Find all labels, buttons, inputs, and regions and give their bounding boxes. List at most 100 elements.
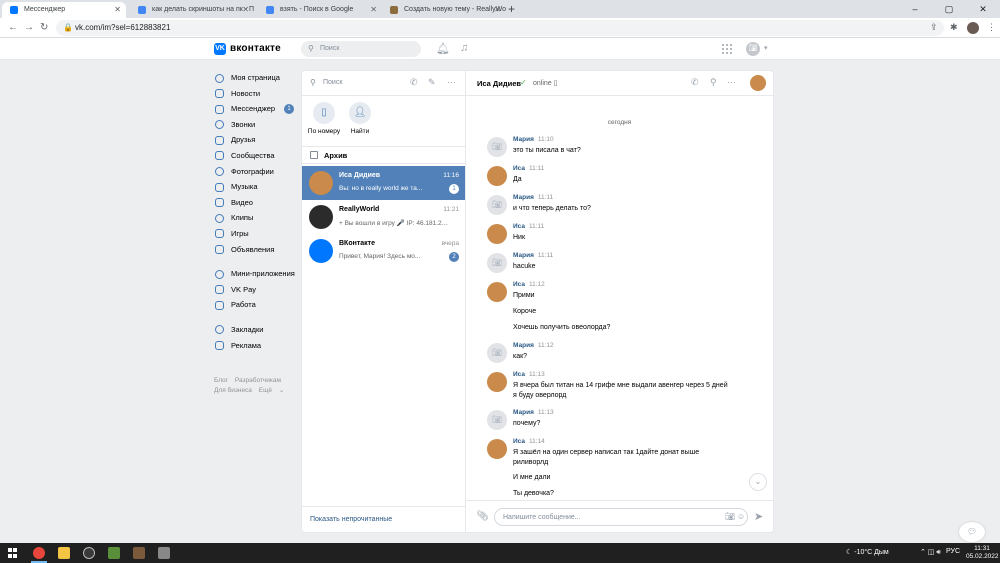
windows-start-icon[interactable]: [8, 548, 18, 558]
chat-peer-name[interactable]: Иса Дидиев: [477, 79, 521, 88]
vk-search-input[interactable]: ⚲ Поиск: [301, 41, 421, 57]
conversation-item[interactable]: ReallyWorld 11:21 + Вы вошли в игру 🎤 IP: …: [302, 200, 465, 234]
camera-avatar-icon[interactable]: 📷︎: [487, 195, 507, 215]
conversations-search[interactable]: ⚲ Поиск ✆ ✎ ···: [302, 71, 465, 96]
more-icon[interactable]: ···: [727, 77, 736, 87]
show-unread-link[interactable]: Показать непрочитанные: [310, 516, 392, 523]
nav-item[interactable]: Мессенджер 1: [214, 101, 296, 117]
by-number-button[interactable]: ▯ По номеру: [304, 102, 344, 135]
camera-avatar-icon[interactable]: 📷︎: [487, 410, 507, 430]
nav-item[interactable]: Новости: [214, 86, 296, 102]
nav-item[interactable]: Реклама: [214, 338, 296, 354]
vk-logo[interactable]: VK: [214, 43, 226, 55]
message-author[interactable]: Иса 11:14: [513, 438, 545, 445]
camera-avatar-icon[interactable]: 📷︎: [487, 253, 507, 273]
nav-item[interactable]: Объявления: [214, 242, 296, 258]
extensions-icon[interactable]: ✱: [950, 22, 958, 33]
file-explorer-icon[interactable]: [58, 547, 70, 559]
nav-item[interactable]: Звонки: [214, 117, 296, 133]
weather-widget[interactable]: ☾ -10°C Дым: [846, 548, 889, 556]
call-icon[interactable]: ✆: [410, 77, 418, 88]
conversation-item[interactable]: ВКонтакте вчера Привет, Мария! Здесь мо...…: [302, 234, 465, 268]
sender-avatar[interactable]: [487, 439, 507, 459]
find-button[interactable]: 👤︎ Найти: [340, 102, 380, 135]
nav-item[interactable]: Работа: [214, 297, 296, 313]
steam-icon[interactable]: [83, 547, 95, 559]
message-author[interactable]: Мария 11:11: [513, 252, 553, 259]
peer-avatar[interactable]: [750, 75, 766, 91]
message-author[interactable]: Мария 11:12: [513, 342, 554, 349]
camera-avatar-icon[interactable]: 📷︎: [487, 137, 507, 157]
message-author[interactable]: Иса 11:13: [513, 371, 545, 378]
message-author[interactable]: Мария 11:10: [513, 136, 554, 143]
search-icon[interactable]: ⚲: [710, 77, 717, 88]
close-window-icon[interactable]: ✕: [966, 0, 1000, 18]
chat-bubble-icon[interactable]: 💬︎: [959, 522, 985, 542]
tab-close-icon[interactable]: ✕: [370, 2, 377, 18]
message-author[interactable]: Иса 11:12: [513, 281, 545, 288]
nav-item[interactable]: Фотографии: [214, 164, 296, 180]
chevron-down-icon[interactable]: ▾: [764, 44, 768, 52]
send-icon[interactable]: ➤: [754, 510, 763, 523]
camera-icon[interactable]: 📷︎: [725, 512, 735, 521]
language-indicator[interactable]: РУС: [946, 548, 960, 555]
message-author[interactable]: Иса 11:11: [513, 223, 544, 230]
app-icon[interactable]: [158, 547, 170, 559]
minimize-icon[interactable]: –: [898, 0, 932, 18]
bell-icon[interactable]: 🔔︎: [436, 42, 450, 55]
tab-close-icon[interactable]: ✕: [114, 2, 121, 18]
services-grid-icon[interactable]: [722, 44, 732, 54]
sender-avatar[interactable]: [487, 224, 507, 244]
browser-tab[interactable]: Создать новую тему - ReallyWo ✕: [382, 2, 506, 18]
tab-close-icon[interactable]: ✕: [242, 2, 249, 18]
sender-avatar[interactable]: [487, 372, 507, 392]
footer-developers-link[interactable]: Разработчикам: [235, 377, 281, 384]
emoji-icon[interactable]: ☺: [737, 512, 745, 521]
back-icon[interactable]: ←: [8, 21, 18, 35]
nav-item[interactable]: Сообщества: [214, 148, 296, 164]
more-icon[interactable]: ···: [447, 77, 456, 87]
vk-brand-name[interactable]: вконтакте: [230, 43, 281, 54]
call-icon[interactable]: ✆: [691, 77, 699, 88]
tray-icons[interactable]: ⌃ ◫ 🔊︎: [920, 548, 941, 557]
nav-item[interactable]: Мини-приложения: [214, 266, 296, 282]
nav-item[interactable]: Игры: [214, 226, 296, 242]
address-bar[interactable]: 🔒 vk.com/im?sel=612883821: [56, 20, 944, 36]
nav-item[interactable]: Друзья: [214, 132, 296, 148]
chrome-icon[interactable]: [33, 547, 45, 559]
nav-item[interactable]: VK Pay: [214, 282, 296, 298]
message-author[interactable]: Мария 11:11: [513, 194, 553, 201]
reload-icon[interactable]: ↻: [40, 21, 48, 35]
footer-blog-link[interactable]: Блог: [214, 377, 228, 384]
camera-avatar-icon[interactable]: 📷︎: [487, 343, 507, 363]
nav-item[interactable]: Видео: [214, 195, 296, 211]
profile-avatar[interactable]: [967, 22, 979, 34]
nav-item[interactable]: Клипы: [214, 210, 296, 226]
user-avatar[interactable]: 📷︎: [746, 42, 760, 56]
nav-item[interactable]: Музыка: [214, 179, 296, 195]
minecraft-icon[interactable]: [108, 547, 120, 559]
music-note-icon[interactable]: ♫: [460, 42, 468, 54]
nav-item[interactable]: Закладки: [214, 322, 296, 338]
new-tab-button[interactable]: +: [508, 2, 515, 16]
browser-tab[interactable]: Мессенджер ✕: [2, 2, 126, 18]
compose-icon[interactable]: ✎: [428, 77, 436, 88]
conversation-item[interactable]: Иса Дидиев 11:16 Вы: но в really world же …: [302, 166, 465, 200]
share-icon[interactable]: ⇪: [930, 22, 938, 33]
nav-item[interactable]: Моя страница: [214, 70, 296, 86]
menu-icon[interactable]: ⋮: [987, 22, 996, 33]
attach-icon[interactable]: 📎︎: [476, 511, 489, 522]
forward-icon[interactable]: →: [24, 21, 34, 35]
message-input[interactable]: Напишите сообщение... 📷︎ ☺: [494, 508, 748, 526]
sender-avatar[interactable]: [487, 166, 507, 186]
archive-row[interactable]: Архив: [302, 146, 465, 164]
game-launcher-icon[interactable]: [133, 547, 145, 559]
tab-close-icon[interactable]: ✕: [494, 2, 501, 18]
sender-avatar[interactable]: [487, 282, 507, 302]
scroll-down-button[interactable]: ⌄: [749, 473, 767, 491]
footer-more-link[interactable]: Ещё ⌄: [259, 387, 285, 394]
message-author[interactable]: Мария 11:13: [513, 409, 554, 416]
maximize-icon[interactable]: ▢: [932, 0, 966, 18]
footer-business-link[interactable]: Для бизнеса: [214, 387, 252, 394]
message-author[interactable]: Иса 11:11: [513, 165, 544, 172]
